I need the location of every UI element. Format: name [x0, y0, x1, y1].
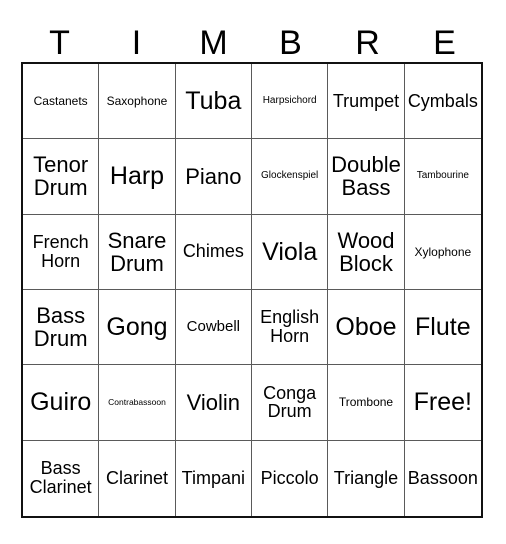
- bingo-cell-label: Xylophone: [414, 244, 472, 259]
- bingo-cell[interactable]: Tuba: [175, 64, 252, 140]
- bingo-cell[interactable]: Castanets: [23, 64, 100, 140]
- bingo-cell-label: Triangle: [333, 467, 399, 488]
- bingo-cell[interactable]: Trombone: [328, 365, 405, 441]
- bingo-cell-label: Contrabassoon: [108, 397, 166, 408]
- bingo-cell-label: Saxophone: [106, 93, 168, 108]
- bingo-cell-label: Timpani: [181, 467, 245, 488]
- bingo-cell[interactable]: Bass Drum: [23, 290, 100, 366]
- bingo-cell[interactable]: Glockenspiel: [252, 139, 329, 215]
- bingo-cell[interactable]: Bass Clarinet: [23, 440, 100, 516]
- bingo-cell-label: Harpsichord: [262, 94, 317, 106]
- bingo-cell[interactable]: Chimes: [175, 214, 252, 290]
- bingo-cell-label: Flute: [415, 313, 471, 342]
- bingo-header-row: T I M B R E: [21, 14, 483, 62]
- header-letter-1: T: [49, 24, 70, 62]
- bingo-cell-label: Free!: [413, 388, 472, 417]
- bingo-cell[interactable]: Triangle: [328, 440, 405, 516]
- bingo-cell-label: Harp: [109, 162, 165, 191]
- bingo-grid: Castanets Saxophone Tuba Harpsichord Trumpet…: [21, 62, 483, 518]
- bingo-cell-label: Clarinet: [105, 467, 168, 488]
- bingo-cell[interactable]: Xylophone: [404, 214, 481, 290]
- header-letter-3: M: [199, 24, 228, 62]
- bingo-cell[interactable]: Cymbals: [404, 64, 481, 140]
- bingo-cell[interactable]: Oboe: [328, 290, 405, 366]
- bingo-cell[interactable]: Piccolo: [252, 440, 329, 516]
- bingo-cell-label: Violin: [186, 389, 241, 415]
- bingo-cell-label: Bass Clarinet: [29, 458, 92, 498]
- bingo-cell-label: Guiro: [30, 388, 92, 417]
- bingo-cell-label: Wood Block: [337, 227, 395, 276]
- bingo-cell[interactable]: Violin: [175, 365, 252, 441]
- bingo-cell[interactable]: Contrabassoon: [99, 365, 176, 441]
- bingo-cell-label: Tuba: [185, 87, 242, 116]
- bingo-cell[interactable]: Tambourine: [404, 139, 481, 215]
- bingo-cell-label: Tambourine: [416, 170, 469, 182]
- bingo-cell-label: English Horn: [260, 307, 320, 347]
- bingo-cell[interactable]: Harp: [99, 139, 176, 215]
- bingo-cell-label: Gong: [106, 313, 168, 342]
- bingo-cell[interactable]: Flute: [404, 290, 481, 366]
- header-letter-5: R: [355, 24, 380, 62]
- bingo-cell-label: Trombone: [338, 395, 394, 410]
- bingo-cell-label: Bass Drum: [33, 303, 88, 352]
- bingo-cell-label: Piano: [185, 163, 242, 189]
- bingo-cell-label: Cowbell: [186, 318, 240, 336]
- bingo-cell-label: Double Bass: [331, 152, 401, 201]
- bingo-cell[interactable]: Bassoon: [404, 440, 481, 516]
- bingo-cell[interactable]: Guiro: [23, 365, 100, 441]
- bingo-cell[interactable]: French Horn: [23, 214, 100, 290]
- bingo-cell-free[interactable]: Free!: [404, 365, 481, 441]
- header-letter-6: E: [433, 24, 456, 62]
- bingo-cell[interactable]: Double Bass: [328, 139, 405, 215]
- header-letter-2: I: [131, 24, 142, 62]
- bingo-cell[interactable]: Saxophone: [99, 64, 176, 140]
- bingo-cell[interactable]: Viola: [252, 214, 329, 290]
- bingo-cell[interactable]: Snare Drum: [99, 214, 176, 290]
- bingo-cell-label: Viola: [262, 237, 318, 266]
- bingo-cell[interactable]: Conga Drum: [252, 365, 329, 441]
- bingo-cell-label: Glockenspiel: [261, 170, 319, 182]
- bingo-cell[interactable]: Wood Block: [328, 214, 405, 290]
- bingo-cell-label: Trumpet: [332, 90, 400, 111]
- bingo-cell-label: French Horn: [32, 231, 89, 271]
- bingo-cell[interactable]: Tenor Drum: [23, 139, 100, 215]
- bingo-cell[interactable]: Timpani: [175, 440, 252, 516]
- bingo-cell-label: Bassoon: [407, 467, 478, 488]
- bingo-card: T I M B R E Castanets Saxophone Tuba Harpsi…: [0, 0, 506, 544]
- bingo-cell-label: Cymbals: [407, 90, 478, 111]
- bingo-cell-label: Castanets: [33, 93, 88, 108]
- bingo-cell-label: Piccolo: [260, 467, 319, 488]
- bingo-cell[interactable]: Piano: [175, 139, 252, 215]
- bingo-cell[interactable]: Cowbell: [175, 290, 252, 366]
- bingo-cell-label: Oboe: [335, 313, 397, 342]
- header-letter-4: B: [279, 24, 302, 62]
- bingo-cell-label: Snare Drum: [107, 227, 167, 276]
- bingo-cell[interactable]: Trumpet: [328, 64, 405, 140]
- bingo-cell[interactable]: Clarinet: [99, 440, 176, 516]
- bingo-cell-label: Chimes: [182, 241, 244, 262]
- bingo-cell-label: Conga Drum: [263, 382, 317, 422]
- bingo-cell-label: Tenor Drum: [33, 152, 89, 201]
- bingo-cell[interactable]: Gong: [99, 290, 176, 366]
- bingo-cell[interactable]: Harpsichord: [252, 64, 329, 140]
- bingo-cell[interactable]: English Horn: [252, 290, 329, 366]
